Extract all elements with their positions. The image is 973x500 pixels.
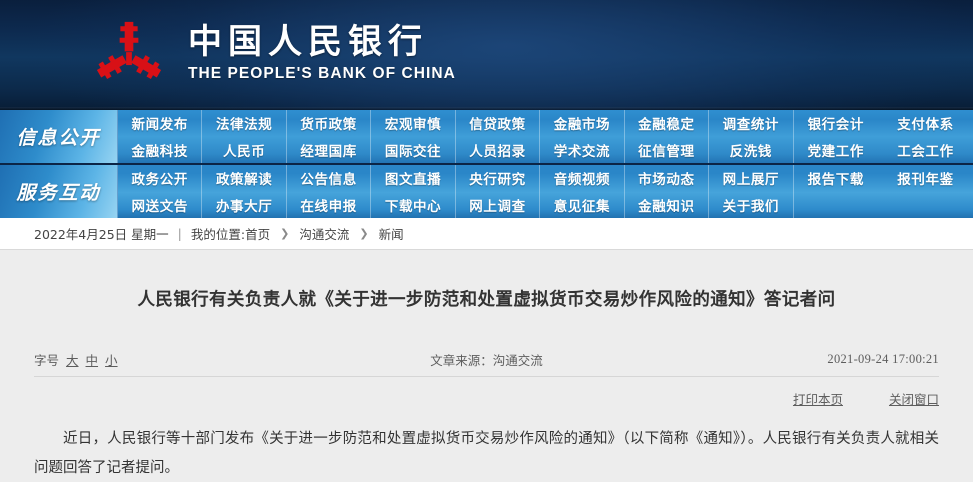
nav-item-financial-stability[interactable]: 金融稳定 [625,110,710,137]
article-meta-row: 字号 大 中 小 文章来源：沟通交流 2021-09-24 17:00:21 [34,343,939,377]
breadcrumb-level3-link[interactable]: 新闻 [379,224,404,243]
nav-item-online-exhibition[interactable]: 网上展厅 [709,165,794,192]
nav-item-credit-policy[interactable]: 信贷政策 [456,110,541,137]
breadcrumb: 2022年4月25日 星期一 | 我的位置: 首页 ❯ 沟通交流 ❯ 新闻 [0,218,973,250]
site-banner: 中国人民银行 THE PEOPLE'S BANK OF CHINA [0,0,973,110]
page-title: 人民银行有关负责人就《关于进一步防范和处置虚拟货币交易炒作风险的通知》答记者问 [137,290,836,310]
breadcrumb-level2-link[interactable]: 沟通交流 [299,224,349,243]
nav-item-recruitment[interactable]: 人员招录 [456,136,541,163]
close-window-link[interactable]: 关闭窗口 [889,389,939,408]
article-container: 人民银行有关负责人就《关于进一步防范和处置虚拟货币交易炒作风险的通知》答记者问 … [0,250,973,482]
font-size-small[interactable]: 小 [105,350,118,369]
bank-name-cn: 中国人民银行 [188,21,428,62]
nav-item-bank-accounting[interactable]: 银行会计 [794,110,878,137]
nav-item-policy-interpretation[interactable]: 政策解读 [202,165,287,192]
nav-item-online-documents[interactable]: 网送文告 [118,191,203,218]
nav-item-service-hall[interactable]: 办事大厅 [202,191,287,218]
pboc-emblem-icon [92,19,166,91]
nav-item-news-release[interactable]: 新闻发布 [118,110,203,137]
nav-item-survey-statistics[interactable]: 调查统计 [709,110,794,137]
nav-item-announcements[interactable]: 公告信息 [287,165,372,192]
nav-item-financial-market[interactable]: 金融市场 [540,110,625,137]
bank-name-en: THE PEOPLE'S BANK OF CHINA [188,65,456,83]
current-date: 2022年4月25日 星期一 [34,227,169,242]
nav-item-report-download[interactable]: 报告下载 [794,165,878,192]
nav-item-payment-system[interactable]: 支付体系 [878,110,973,137]
chevron-right-icon-2: ❯ [359,227,369,240]
nav-item-yearbook[interactable]: 报刊年鉴 [878,165,973,192]
nav-item-macro-prudential[interactable]: 宏观审慎 [371,110,456,137]
nav-item-credit-reference[interactable]: 征信管理 [625,136,710,163]
nav-item-union-work[interactable]: 工会工作 [878,137,973,164]
nav-item-about-us[interactable]: 关于我们 [709,191,794,218]
breadcrumb-label: 我的位置: [190,227,246,242]
nav-item-fintech[interactable]: 金融科技 [118,136,203,163]
article-body: 近日，人民银行等十部门发布《关于进一步防范和处置虚拟货币交易炒作风险的通知》（以… [34,431,939,476]
nav-item-placeholder-2 [878,192,973,219]
nav-item-online-survey[interactable]: 网上调查 [456,191,541,218]
nav-group-info-disclosure: 信息公开 新闻发布 法律法规 货币政策 宏观审慎 信贷政策 金融市场 金融稳定 … [0,110,973,163]
nav-item-placeholder-1 [794,192,878,219]
breadcrumb-divider: | [177,226,182,241]
nav-group-label-service-interaction[interactable]: 服务互动 [0,165,118,218]
nav-item-anti-money-laundering[interactable]: 反洗钱 [709,136,794,163]
nav-item-audio-video[interactable]: 音频视频 [540,165,625,192]
breadcrumb-home-link[interactable]: 首页 [245,224,270,243]
nav-item-online-declaration[interactable]: 在线申报 [287,191,372,218]
nav-item-treasury-mgmt[interactable]: 经理国库 [287,136,372,163]
nav-items-service-interaction: 政务公开 政策解读 公告信息 图文直播 央行研究 音频视频 市场动态 网上展厅 … [118,165,878,218]
nav-item-central-bank-research[interactable]: 央行研究 [456,165,541,192]
article-source: 文章来源：沟通交流 [430,353,543,368]
font-size-medium[interactable]: 中 [86,350,99,369]
font-size-label: 字号 [34,353,60,368]
chevron-right-icon: ❯ [280,227,290,240]
nav-item-financial-knowledge[interactable]: 金融知识 [625,191,710,218]
print-page-link[interactable]: 打印本页 [793,389,843,408]
article-actions: 打印本页 关闭窗口 [34,377,939,419]
nav-item-academic-exchange[interactable]: 学术交流 [540,136,625,163]
nav-item-live-broadcast[interactable]: 图文直播 [371,165,456,192]
nav-group-service-interaction: 服务互动 政务公开 政策解读 公告信息 图文直播 央行研究 音频视频 市场动态 … [0,165,973,218]
nav-item-international[interactable]: 国际交往 [371,136,456,163]
nav-item-rmb[interactable]: 人民币 [202,136,287,163]
nav-item-market-trends[interactable]: 市场动态 [625,165,710,192]
nav-item-government-affairs[interactable]: 政务公开 [118,165,203,192]
nav-item-laws[interactable]: 法律法规 [202,110,287,137]
nav-item-feedback[interactable]: 意见征集 [540,191,625,218]
main-navigation: 信息公开 新闻发布 法律法规 货币政策 宏观审慎 信贷政策 金融市场 金融稳定 … [0,110,973,218]
article-timestamp: 2021-09-24 17:00:21 [827,352,939,366]
nav-item-monetary-policy[interactable]: 货币政策 [287,110,372,137]
nav-item-party-building[interactable]: 党建工作 [794,137,878,164]
nav-items-info-disclosure: 新闻发布 法律法规 货币政策 宏观审慎 信贷政策 金融市场 金融稳定 调查统计 … [118,110,878,163]
font-size-large[interactable]: 大 [66,350,79,369]
font-size-control: 字号 大 中 小 [34,350,118,369]
nav-item-download-center[interactable]: 下载中心 [371,191,456,218]
nav-group-label-info-disclosure[interactable]: 信息公开 [0,110,118,163]
